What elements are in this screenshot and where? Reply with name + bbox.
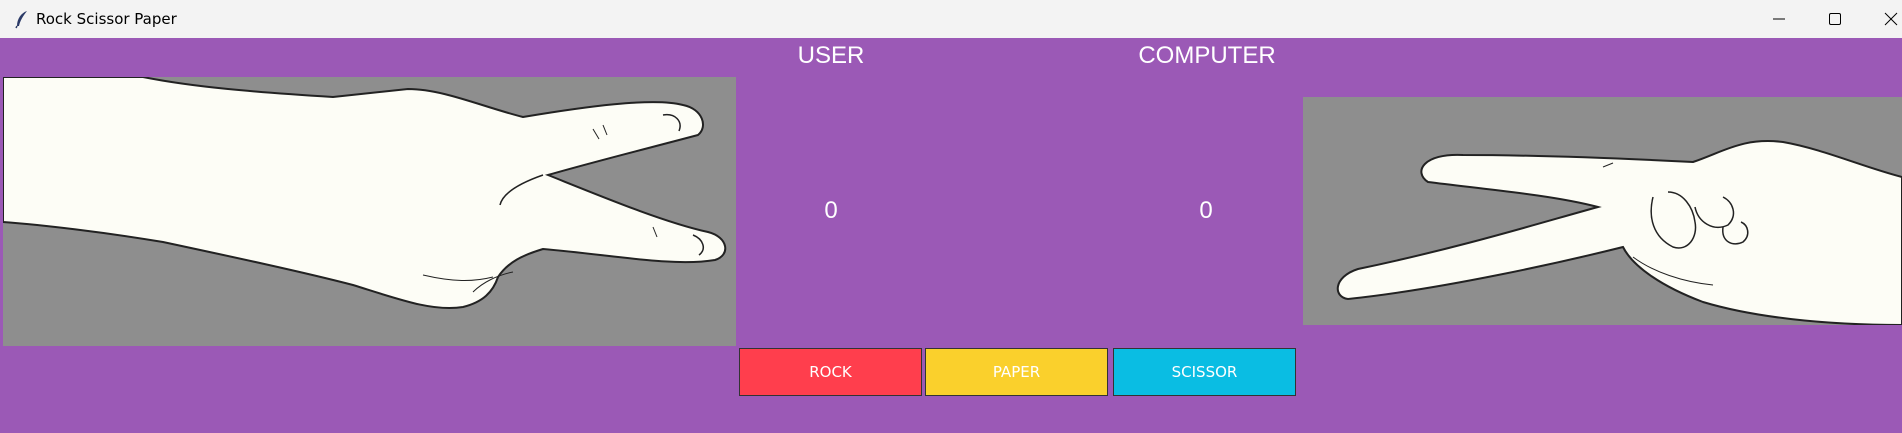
close-button[interactable] (1863, 0, 1902, 38)
user-choice-image (3, 77, 736, 346)
user-heading: USER (797, 42, 865, 69)
minimize-icon (1773, 18, 1785, 20)
computer-score: 0 (1199, 197, 1213, 224)
window-titlebar: Rock Scissor Paper (0, 0, 1902, 39)
close-icon (1884, 12, 1898, 26)
minimize-button[interactable] (1751, 0, 1807, 38)
feather-icon (12, 9, 32, 29)
scissor-button[interactable]: SCISSOR (1113, 348, 1296, 396)
user-score: 0 (824, 197, 838, 224)
maximize-icon (1829, 13, 1841, 25)
scissor-hand-image (3, 77, 727, 310)
computer-choice-image (1303, 97, 1902, 325)
rock-button[interactable]: ROCK (739, 348, 922, 396)
game-area: USER COMPUTER 0 0 ROCK PAPER SCISSOR (0, 38, 1902, 433)
maximize-button[interactable] (1807, 0, 1863, 38)
computer-heading: COMPUTER (1138, 42, 1276, 69)
paper-button[interactable]: PAPER (925, 348, 1108, 396)
window-title: Rock Scissor Paper (36, 10, 177, 28)
scissor-hand-image (1336, 140, 1902, 325)
